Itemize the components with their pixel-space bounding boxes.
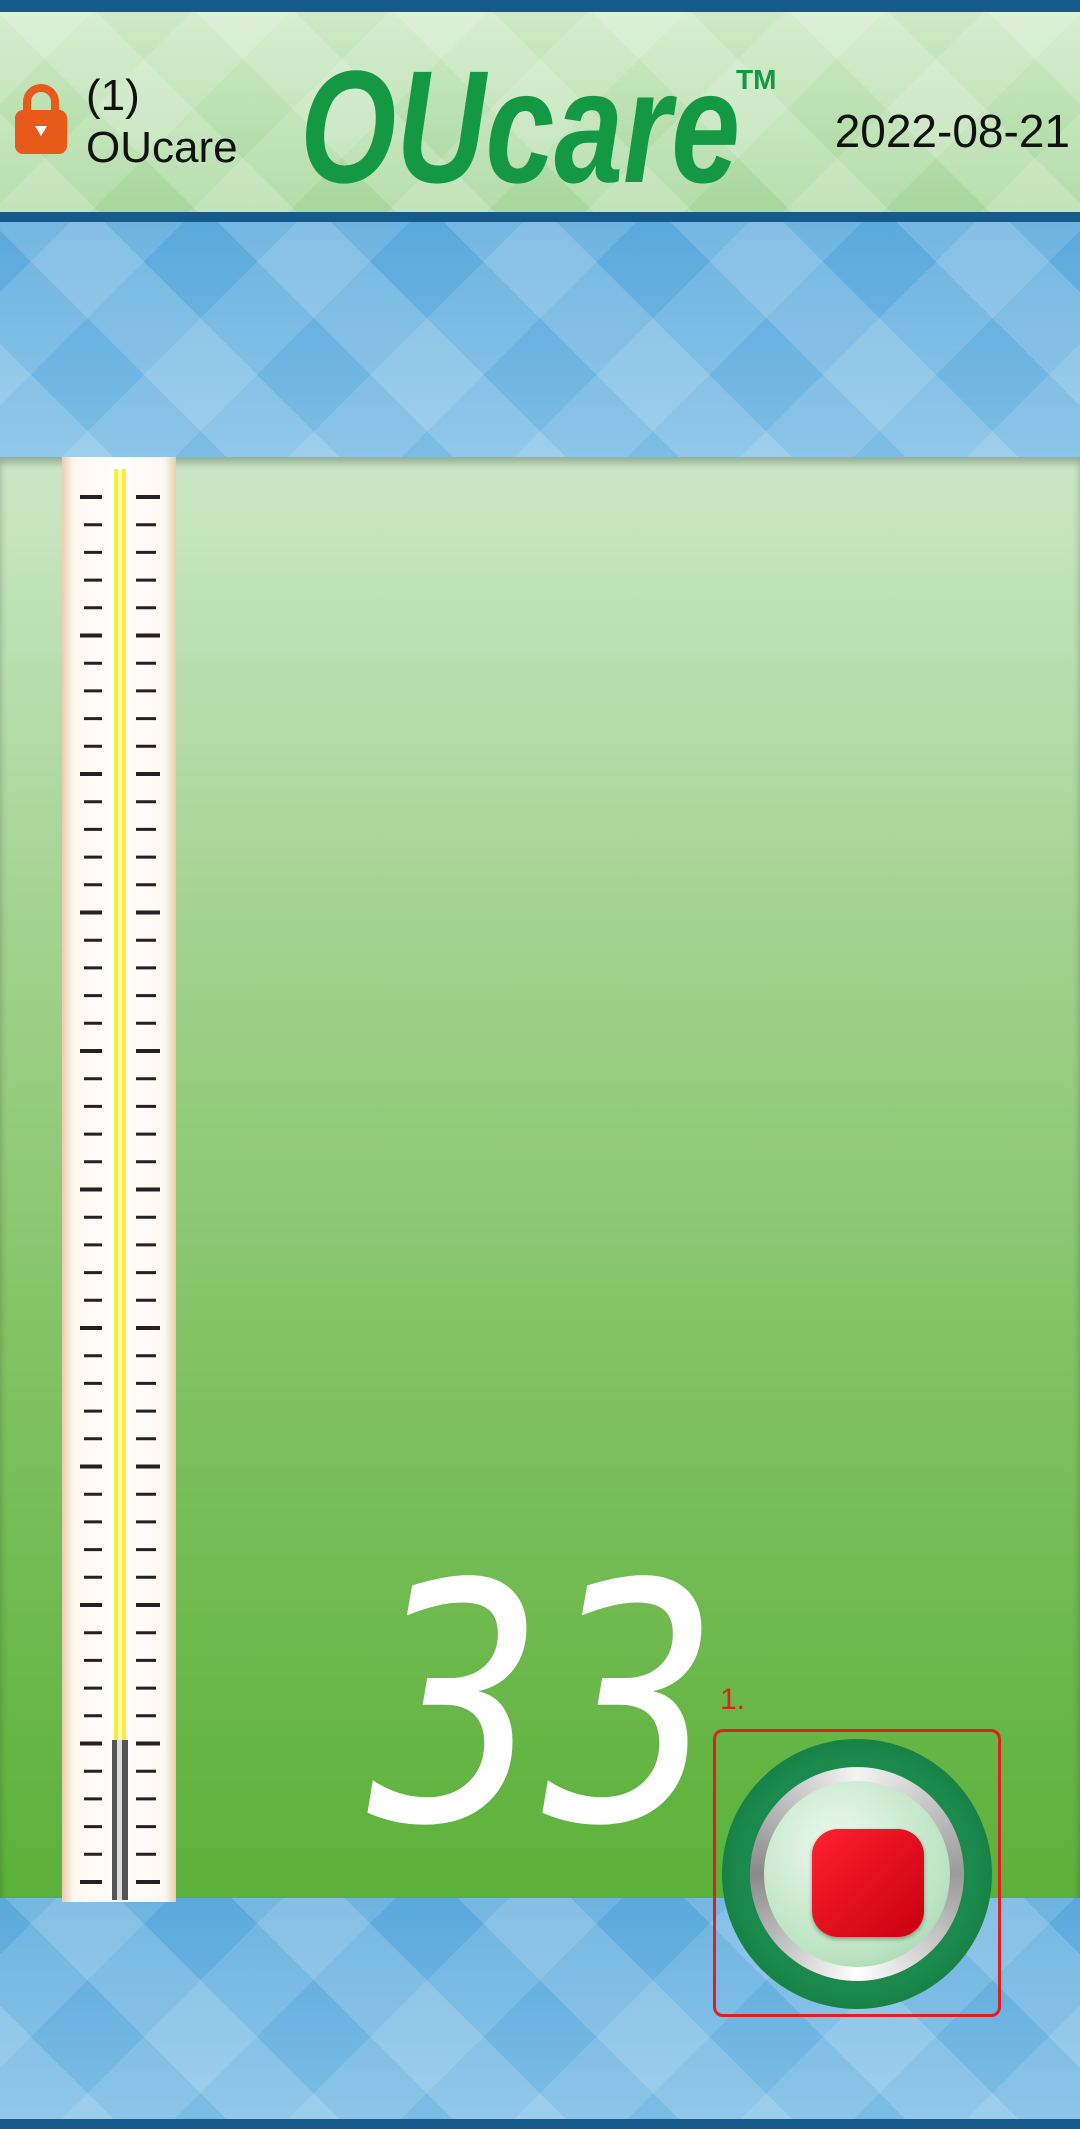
header-bar: (1) OUcare OUcare TM 2022-08-21 bbox=[0, 0, 1080, 222]
reading-value: 33 bbox=[365, 1520, 720, 1830]
stop-button[interactable] bbox=[722, 1739, 992, 2009]
thermometer-scale bbox=[62, 457, 176, 1902]
temperature-reading: 33 bbox=[365, 1520, 720, 1830]
date-label: 2022-08-21 bbox=[834, 105, 1070, 157]
lock-icon[interactable] bbox=[13, 82, 69, 154]
annotation-label: 1. bbox=[720, 1683, 746, 1716]
trademark: TM bbox=[736, 64, 777, 95]
thermometer-mercury-highlight bbox=[117, 1740, 122, 1900]
top-pattern-band bbox=[0, 222, 1080, 457]
stop-ring bbox=[750, 1767, 964, 1981]
thermometer-tube-highlight bbox=[118, 469, 122, 1889]
user-name: OUcare bbox=[86, 123, 238, 172]
user-label: (1) OUcare bbox=[86, 70, 238, 174]
oucare-logo: OUcare bbox=[300, 50, 740, 192]
logo-text: OUcare bbox=[300, 50, 740, 192]
stop-icon bbox=[812, 1829, 924, 1937]
user-count: (1) bbox=[86, 71, 140, 120]
stop-inner bbox=[764, 1781, 950, 1967]
